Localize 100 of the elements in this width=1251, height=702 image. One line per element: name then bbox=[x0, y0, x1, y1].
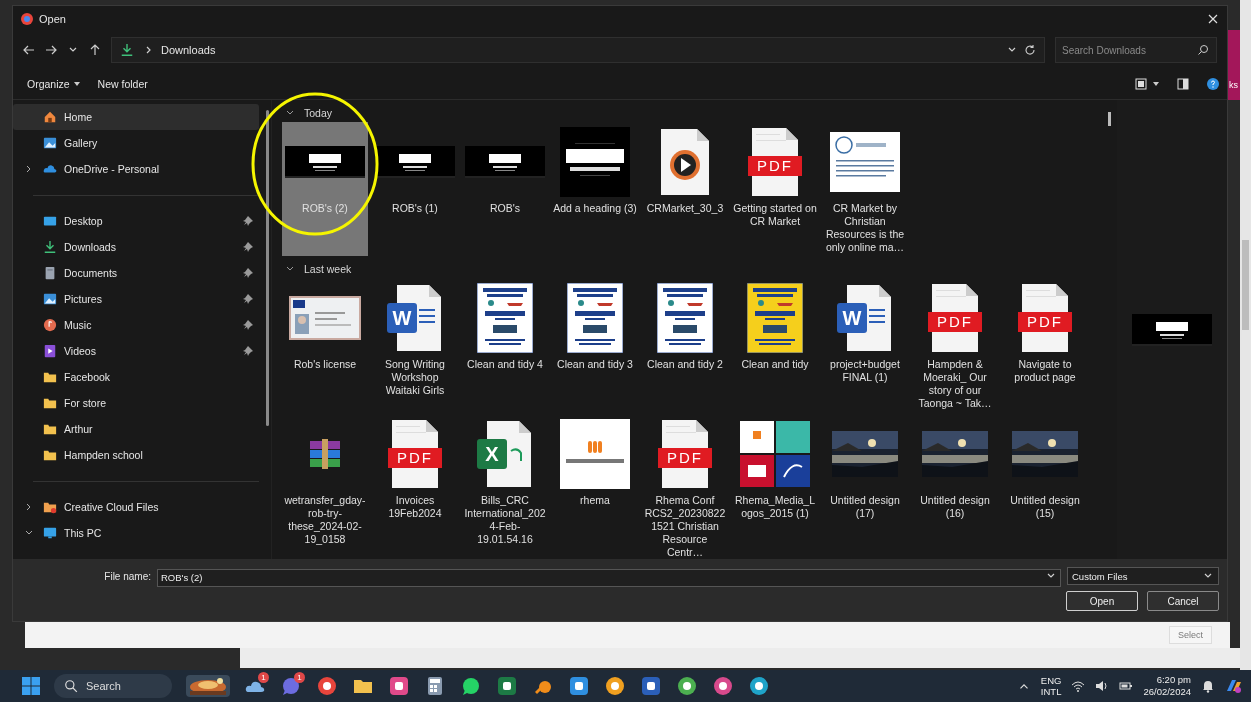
ring-icon[interactable] bbox=[749, 676, 769, 696]
file-item[interactable]: Untitled design (16) bbox=[912, 414, 998, 559]
file-item[interactable]: Rob's license bbox=[282, 278, 368, 412]
ring-icon[interactable] bbox=[677, 676, 697, 696]
ring-icon[interactable] bbox=[317, 676, 337, 696]
sidebar-item[interactable]: Facebook bbox=[13, 364, 259, 390]
file-item[interactable]: ROB's bbox=[462, 122, 548, 256]
file-item[interactable]: X Bills_CRC International_2024-Feb-19.01.54.16 bbox=[462, 414, 548, 559]
search-field[interactable]: Search Downloads bbox=[1055, 37, 1217, 63]
file-item[interactable]: PDF Hampden & Moeraki_ Our story of our Taonga ~ Tak… bbox=[912, 278, 998, 412]
bell-icon[interactable] bbox=[1201, 679, 1215, 693]
file-name: Invoices 19Feb2024 bbox=[387, 494, 443, 520]
sidebar-item[interactable]: Downloads bbox=[13, 234, 259, 260]
up-icon[interactable] bbox=[89, 44, 101, 56]
file-item[interactable]: Clean and tidy 3 bbox=[552, 278, 638, 412]
open-button[interactable]: Open bbox=[1066, 591, 1138, 611]
toolbar-button[interactable]: New folder bbox=[91, 73, 154, 94]
file-type-dropdown[interactable]: Custom Files bbox=[1067, 567, 1219, 585]
sidebar-item[interactable]: Videos bbox=[13, 338, 259, 364]
copilot-icon[interactable] bbox=[1225, 677, 1243, 695]
address-bar[interactable]: Downloads bbox=[111, 37, 1045, 63]
back-icon[interactable] bbox=[23, 44, 35, 56]
sidebar-label: OneDrive - Personal bbox=[64, 163, 161, 175]
file-item[interactable]: Rhema_Media_Logos_2015 (1) bbox=[732, 414, 818, 559]
view-icon[interactable] bbox=[1135, 77, 1147, 90]
monitor-icon bbox=[43, 214, 57, 228]
tile-icon[interactable] bbox=[497, 676, 517, 696]
cancel-button[interactable]: Cancel bbox=[1147, 591, 1219, 611]
sidebar-item[interactable]: Creative Cloud Files bbox=[13, 494, 259, 520]
sidebar-item[interactable]: Music bbox=[13, 312, 259, 338]
tile-icon[interactable] bbox=[641, 676, 661, 696]
file-name: Clean and tidy bbox=[740, 358, 810, 371]
video-icon bbox=[43, 344, 57, 358]
sidebar-item[interactable]: For store bbox=[13, 390, 259, 416]
file-item[interactable]: PDF Getting started on CR Market bbox=[732, 122, 818, 256]
file-item[interactable]: ROB's (1) bbox=[372, 122, 458, 256]
file-name: rhema bbox=[579, 494, 611, 507]
language-indicator[interactable]: ENG bbox=[1040, 675, 1062, 686]
chat-bubble-icon[interactable] bbox=[461, 676, 481, 696]
file-item[interactable]: wetransfer_gday-rob-try-these_2024-02-19_0158 bbox=[282, 414, 368, 559]
refresh-icon[interactable] bbox=[1024, 44, 1036, 56]
sidebar-item[interactable]: This PC bbox=[13, 520, 259, 546]
help-icon[interactable] bbox=[1207, 77, 1219, 90]
scrollbar[interactable] bbox=[1108, 112, 1111, 126]
sidebar-item[interactable]: Desktop bbox=[13, 208, 259, 234]
file-name-field[interactable]: ROB's (2) bbox=[157, 568, 1061, 587]
clock-date[interactable]: 26/02/2024 bbox=[1143, 686, 1191, 698]
file-name: Clean and tidy 4 bbox=[466, 358, 544, 371]
file-item[interactable]: Untitled design (17) bbox=[822, 414, 908, 559]
file-item[interactable]: Clean and tidy bbox=[732, 278, 818, 412]
file-item[interactable]: PDF Invoices 19Feb2024 bbox=[372, 414, 458, 559]
toolbar-button[interactable]: Organize bbox=[21, 73, 86, 94]
sidebar-item[interactable]: Pictures bbox=[13, 286, 259, 312]
file-item[interactable]: CRMarket_30_3 bbox=[642, 122, 728, 256]
language-indicator[interactable]: INTL bbox=[1040, 686, 1062, 697]
calculator-icon[interactable] bbox=[425, 676, 445, 696]
tile-icon[interactable] bbox=[569, 676, 589, 696]
archive-icon bbox=[308, 439, 342, 469]
file-item[interactable]: CR Market by Christian Resources is the only online ma… bbox=[822, 122, 908, 256]
scrollbar[interactable] bbox=[1240, 0, 1251, 670]
file-name: Rhema Conf RCS2_202308221521 Christian Resource Centr… bbox=[643, 494, 727, 559]
taskbar-search[interactable]: Search bbox=[54, 674, 172, 698]
preview-pane-icon[interactable] bbox=[1177, 77, 1189, 90]
start-icon[interactable] bbox=[22, 677, 40, 695]
sidebar-item[interactable]: Documents bbox=[13, 260, 259, 286]
download-icon bbox=[43, 240, 57, 254]
forward-icon[interactable] bbox=[45, 44, 57, 56]
file-item[interactable]: PDF Navigate to product page bbox=[1002, 278, 1088, 412]
file-name: project+budget FINAL (1) bbox=[829, 358, 901, 384]
caret-icon[interactable] bbox=[1153, 81, 1159, 86]
file-item[interactable]: Untitled design (15) bbox=[1002, 414, 1088, 559]
wifi-icon[interactable] bbox=[1071, 679, 1086, 693]
file-item[interactable]: ROB's (2) bbox=[282, 122, 368, 256]
file-item[interactable]: Add a heading (3) bbox=[552, 122, 638, 256]
scrollbar[interactable] bbox=[266, 110, 269, 426]
chat-bubble-icon[interactable] bbox=[281, 676, 301, 696]
sidebar-item[interactable]: Home bbox=[13, 104, 259, 130]
file-name: Getting started on CR Market bbox=[733, 202, 817, 228]
sidebar-item[interactable]: OneDrive - Personal bbox=[13, 156, 259, 182]
file-item[interactable]: Clean and tidy 4 bbox=[462, 278, 548, 412]
file-item[interactable]: W Song Writing Workshop Waitaki Girls bbox=[372, 278, 458, 412]
sidebar-item[interactable]: Arthur bbox=[13, 416, 259, 442]
file-item[interactable]: PDF Rhema Conf RCS2_202308221521 Christian Resource Centr… bbox=[642, 414, 728, 559]
clock-time[interactable]: 6:20 pm bbox=[1156, 674, 1191, 686]
file-name: Rob's license bbox=[292, 358, 358, 371]
volume-icon[interactable] bbox=[1095, 679, 1110, 693]
sidebar-item[interactable]: Hampden school bbox=[13, 442, 259, 468]
file-item[interactable]: rhema bbox=[552, 414, 638, 559]
close-icon[interactable] bbox=[1207, 13, 1219, 25]
ring-icon[interactable] bbox=[605, 676, 625, 696]
ring-icon[interactable] bbox=[713, 676, 733, 696]
sidebar-label: Home bbox=[64, 111, 93, 123]
battery-icon[interactable] bbox=[1119, 679, 1134, 693]
file-item[interactable]: Clean and tidy 2 bbox=[642, 278, 728, 412]
sidebar-label: Arthur bbox=[64, 423, 94, 435]
sidebar-item[interactable]: Gallery bbox=[13, 130, 259, 156]
tile-icon[interactable] bbox=[389, 676, 409, 696]
download-icon bbox=[120, 43, 134, 57]
window-title: Open bbox=[39, 13, 66, 25]
file-item[interactable]: W project+budget FINAL (1) bbox=[822, 278, 908, 412]
